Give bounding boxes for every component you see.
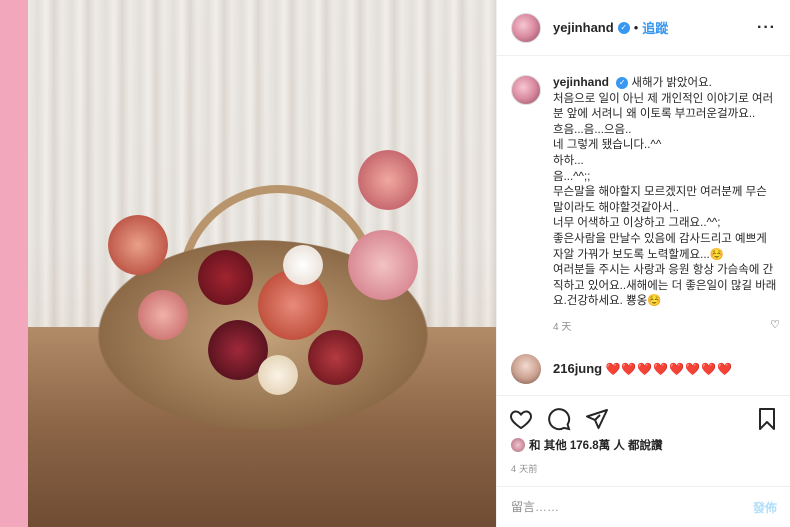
flower xyxy=(138,290,188,340)
caption-line: 여러분들 주시는 사랑과 응원 항상 가슴속에 간직하고 있어요..새해에는 더… xyxy=(553,264,777,308)
bookmark-icon[interactable] xyxy=(755,407,779,431)
avatar[interactable] xyxy=(511,12,541,43)
post-header: yejinhand ✓ • 追蹤 ··· xyxy=(497,0,790,56)
flower xyxy=(348,230,418,300)
flower xyxy=(198,250,253,305)
flower xyxy=(283,245,323,285)
share-icon[interactable] xyxy=(585,407,609,431)
likes-summary[interactable]: 和 其他 176.8萬 人 都說讚 xyxy=(511,437,663,453)
caption-username[interactable]: yejinhand xyxy=(553,75,609,89)
follow-button[interactable]: 追蹤 xyxy=(642,18,668,37)
caption-avatar[interactable] xyxy=(511,75,541,105)
caption-line: 하하... xyxy=(553,154,584,167)
add-comment-bar: 發佈 xyxy=(497,486,790,527)
comment-text: 216jung ❤️❤️❤️❤️❤️❤️❤️❤️ xyxy=(553,361,733,376)
post-comment-button[interactable]: 發佈 xyxy=(753,499,777,516)
caption-line: 좋은사람을 만날수 있음에 감사드리고 예쁘게 자알 가꿔가 보도록 노력할께요… xyxy=(553,232,767,261)
caption-time[interactable]: 4 天 xyxy=(553,320,777,336)
liker-avatar xyxy=(511,438,525,452)
more-options-icon[interactable]: ··· xyxy=(757,19,776,37)
flower xyxy=(258,355,298,395)
comments-section[interactable]: yejinhand ✓ 새해가 밝았어요. 처음으로 일이 아닌 제 개인적인 … xyxy=(497,57,790,395)
flower xyxy=(358,150,418,210)
comment-input[interactable] xyxy=(511,500,753,514)
caption: yejinhand ✓ 새해가 밝았어요. 처음으로 일이 아닌 제 개인적인 … xyxy=(511,75,777,336)
caption-line: 무슨말을 해야할지 모르겠지만 여러분께 무슨 말이라도 해야할것같아서.. xyxy=(553,186,767,214)
comment-item: 216jung ❤️❤️❤️❤️❤️❤️❤️❤️ xyxy=(511,353,777,384)
comment-like-heart-icon[interactable]: ♡ xyxy=(770,318,780,331)
comment-hearts: ❤️❤️❤️❤️❤️❤️❤️❤️ xyxy=(605,362,733,376)
comment-icon[interactable] xyxy=(547,407,571,431)
caption-line: 처음으로 일이 아닌 제 개인적인 이야기로 여러분 앞에 서려니 왜 이토록 … xyxy=(553,92,774,121)
commenter-avatar[interactable] xyxy=(511,353,541,384)
post-actions xyxy=(497,395,790,441)
heart-icon[interactable] xyxy=(509,407,533,431)
flower xyxy=(308,330,363,385)
post-side-panel: yejinhand ✓ • 追蹤 ··· yejinhand ✓ 새해가 밝았어… xyxy=(496,0,790,527)
commenter-username[interactable]: 216jung xyxy=(553,361,602,376)
separator-dot: • xyxy=(633,20,639,35)
caption-line: 너무 어색하고 이상하고 그래요..^^; xyxy=(553,217,721,230)
username-link[interactable]: yejinhand xyxy=(553,20,614,35)
caption-line: 음...^^;; xyxy=(553,170,591,183)
post-photo[interactable] xyxy=(28,0,496,527)
caption-line: 새해가 밝았어요. xyxy=(631,77,712,89)
likes-text: 和 其他 176.8萬 人 都說讚 xyxy=(529,440,663,452)
verified-badge-icon: ✓ xyxy=(616,76,629,89)
caption-line: 흐음...음...으음.. xyxy=(553,123,632,136)
caption-text: yejinhand ✓ 새해가 밝았어요. 처음으로 일이 아닌 제 개인적인 … xyxy=(553,75,777,336)
flower xyxy=(108,215,168,275)
verified-badge-icon: ✓ xyxy=(617,21,630,34)
caption-line: 네 그렇게 됐습니다..^^ xyxy=(553,139,662,152)
post-timestamp[interactable]: 4 天前 xyxy=(511,462,538,475)
